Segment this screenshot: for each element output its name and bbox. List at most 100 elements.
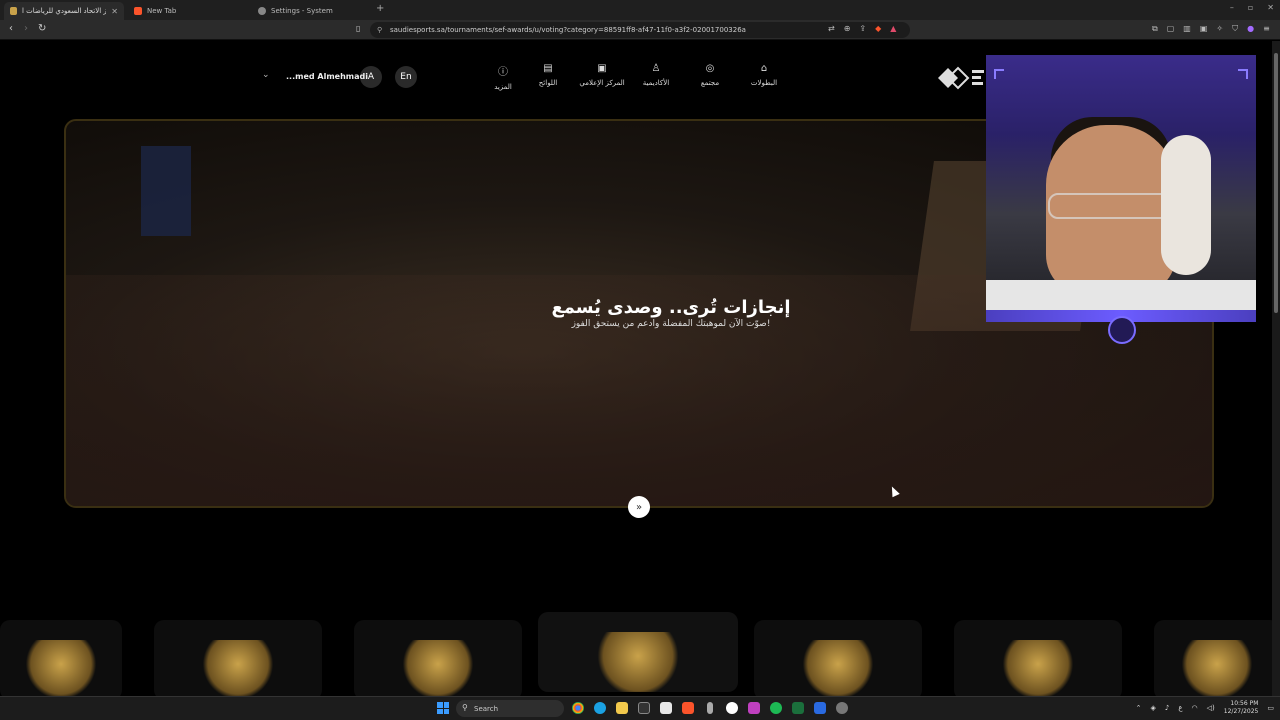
astronaut-icon [403,640,473,700]
app-icon[interactable] [726,702,738,714]
close-window-icon[interactable]: ✕ [1267,3,1274,12]
settings-gear-icon[interactable] [836,702,848,714]
nav-label: المزيد [494,83,512,91]
chevron-down-icon[interactable]: ⌄ [262,70,270,80]
taskbar-search[interactable]: ⚲ Search [456,700,564,717]
nav-rules[interactable]: ▤ اللوائح [521,63,575,91]
user-name[interactable]: ...med Almehmadi [286,72,368,81]
translate-icon[interactable]: ⇄ [828,24,835,33]
scrollbar-thumb[interactable] [1274,53,1278,313]
vpn-icon[interactable]: ⛉ [1232,24,1238,34]
brave-shields-icon[interactable]: ◆ [875,24,881,33]
growth-arrow-icon [593,632,683,692]
calendar-icon[interactable] [660,702,672,714]
frame-corner [994,69,1004,79]
academy-icon: ♙ [651,63,661,74]
tab-title: جوائز الاتحاد السعودي للرياضات ا [21,7,107,15]
file-explorer-icon[interactable] [616,702,628,714]
nav-label: اللوائح [538,79,558,87]
community-icon: ◎ [705,63,715,74]
extension-icon[interactable]: ⧉ [1152,24,1158,34]
category-card[interactable] [754,620,922,700]
trophy-icon [203,640,273,700]
app-icon[interactable] [638,702,650,714]
new-tab-button[interactable]: + [376,3,384,14]
sidebar-icon[interactable]: ▥ [1183,24,1191,34]
reload-icon[interactable]: ↻ [38,23,46,34]
edge-icon[interactable] [594,702,606,714]
webcam-glasses [1048,193,1178,219]
minimize-icon[interactable]: – [1230,3,1234,12]
mic-tray-icon[interactable]: ♪ [1165,704,1169,712]
sef-logo[interactable] [936,64,986,92]
main-nav: ⌂ البطولات ◎ مجتمع ♙ الأكاديمية ▣ المركز الإ… [485,63,791,91]
url-text: saudiesports.sa/tournaments/sef-awards/u… [390,26,746,34]
chevron-up-icon[interactable]: ⌃ [1136,704,1142,712]
windows-start-icon[interactable] [437,702,449,714]
profile-icon[interactable]: ● [1247,24,1254,34]
taskbar: ⚲ Search ⌃ ◈ ♪ ع ◠ ◁) 10:56 PM 12/27/202… [0,696,1280,720]
tab-settings[interactable]: Settings - System [252,2,372,20]
nav-label: البطولات [750,79,778,87]
app-icon[interactable] [748,702,760,714]
network-icon[interactable]: ◈ [1151,704,1156,712]
chrome-icon[interactable] [572,702,584,714]
screenshot-icon[interactable]: ▢ [1167,24,1175,34]
frame-corner [1238,69,1248,79]
page-scrollbar[interactable] [1272,41,1280,696]
share-icon[interactable]: ⇪ [859,24,866,33]
menu-icon[interactable]: ≡ [1263,24,1270,34]
headphones [1161,135,1211,275]
brave-icon[interactable] [682,702,694,714]
volume-icon[interactable]: ◁) [1207,704,1215,712]
tab-new-tab[interactable]: New Tab [128,2,248,20]
nav-label: المركز الإعلامي [579,79,625,87]
excel-icon[interactable] [792,702,804,714]
address-toolbar: ‹ › ↻ ▯ ⚲ saudiesports.sa/tournaments/se… [0,20,1280,40]
scroll-down-button[interactable]: » [628,496,650,518]
ai-icon[interactable]: ✧ [1216,24,1223,34]
clock-date: 12/27/2025 [1223,708,1259,715]
category-card[interactable] [154,620,322,700]
category-card[interactable] [1154,620,1280,700]
keyboard-language[interactable]: ع [1178,704,1182,712]
hero-background-sign [141,146,191,236]
language-button[interactable]: En [395,66,417,88]
wallet-icon[interactable]: ▣ [1200,24,1208,34]
close-tab-icon[interactable]: ✕ [111,7,118,16]
nav-tournaments[interactable]: ⌂ البطولات [737,63,791,91]
site-favicon [10,7,17,15]
window-controls: – ▫ ✕ [1230,3,1274,12]
category-card[interactable] [354,620,522,700]
microphone-icon [1003,640,1073,700]
spotify-icon[interactable] [770,702,782,714]
nav-media-center[interactable]: ▣ المركز الإعلامي [575,63,629,91]
bookmark-icon[interactable]: ▯ [356,24,360,33]
maximize-icon[interactable]: ▫ [1248,3,1253,12]
nav-label: مجتمع [700,79,720,87]
category-card[interactable] [0,620,122,700]
microphone-icon[interactable] [707,702,713,714]
trophy-icon: ⌂ [760,63,768,74]
system-tray: ⌃ ◈ ♪ ع ◠ ◁) 10:56 PM 12/27/2025 ▭ [1136,700,1274,716]
notification-icon[interactable]: ▭ [1267,704,1274,712]
wifi-icon[interactable]: ◠ [1192,704,1198,712]
app-icon[interactable] [814,702,826,714]
tab-sef-awards[interactable]: جوائز الاتحاد السعودي للرياضات ا ✕ [4,2,124,20]
info-icon: ⓘ [498,67,508,78]
tab-title: Settings - System [271,7,333,15]
nav-more[interactable]: ⓘ المزيد [485,63,521,91]
clock[interactable]: 10:56 PM 12/27/2025 [1224,700,1259,716]
medal-icon [26,640,96,700]
back-icon[interactable]: ‹ [9,23,13,34]
nav-community[interactable]: ◎ مجتمع [683,63,737,91]
forward-icon[interactable]: › [24,23,28,34]
nav-label: الأكاديمية [642,79,670,87]
category-card[interactable] [954,620,1122,700]
webcam-overlay [986,55,1256,320]
nav-academy[interactable]: ♙ الأكاديمية [629,63,683,91]
rewards-icon[interactable]: ▲ [890,24,896,33]
site-info-icon[interactable]: ⚲ [377,26,382,34]
zoom-icon[interactable]: ⊕ [844,24,851,33]
category-card-selected[interactable] [538,612,738,692]
